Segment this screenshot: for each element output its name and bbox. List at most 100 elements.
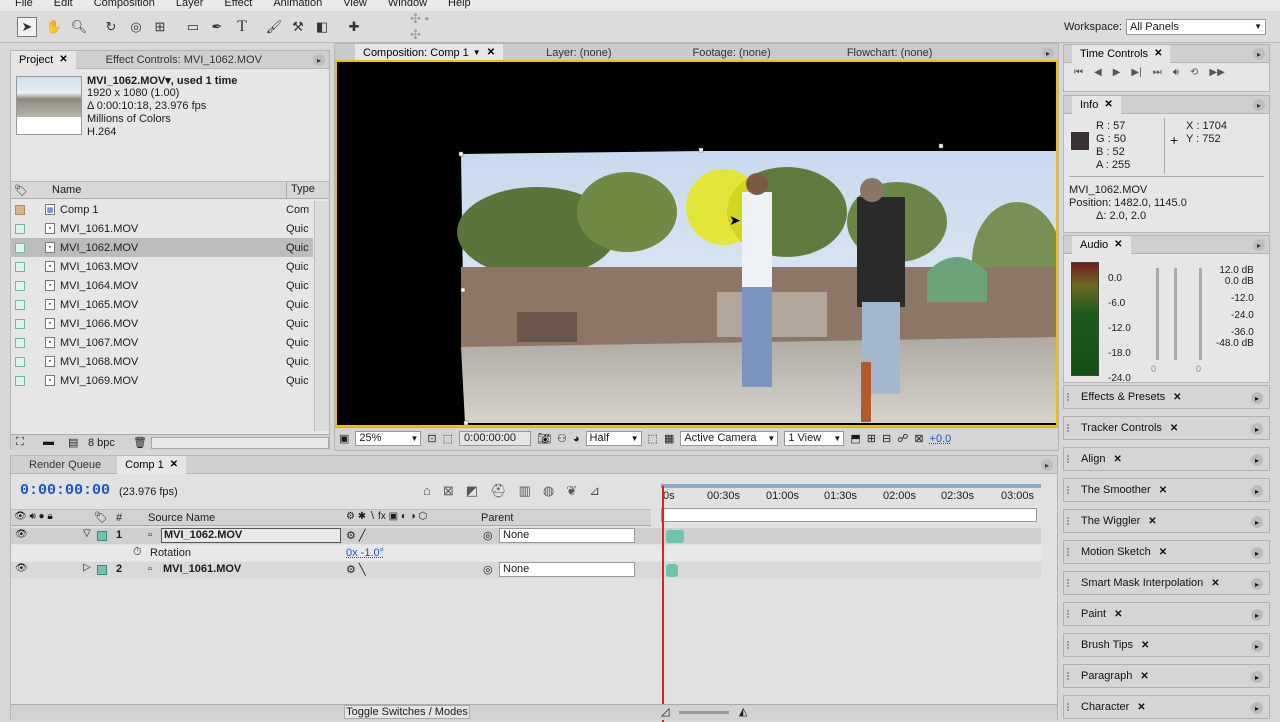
- layer-switch-icon[interactable]: ⚙ ╱: [346, 529, 366, 542]
- clone-stamp-tool-icon[interactable]: ⚒: [288, 17, 308, 37]
- exposure-value[interactable]: +0.0: [930, 433, 952, 445]
- label-color[interactable]: [15, 204, 25, 215]
- panel-tab-the-smoother[interactable]: The Smoother ✕ ▸: [1063, 478, 1270, 502]
- panel-tab-brush-tips[interactable]: Brush Tips ✕ ▸: [1063, 633, 1270, 657]
- label-color[interactable]: [15, 280, 25, 291]
- stopwatch-icon[interactable]: ⏱︎: [133, 546, 142, 559]
- tab-render-queue[interactable]: Render Queue: [21, 456, 109, 474]
- motion-blur-icon[interactable]: ◍: [543, 483, 554, 499]
- drag-grip-icon[interactable]: [1067, 548, 1075, 556]
- panel-menu-icon[interactable]: ▸: [1253, 48, 1265, 60]
- comp-mini-flowchart-icon[interactable]: ⌂: [423, 483, 431, 499]
- loop-icon[interactable]: ⟲: [1190, 67, 1198, 78]
- close-icon[interactable]: ✕: [1159, 485, 1167, 496]
- expand-arrow-icon[interactable]: ▷: [83, 562, 91, 573]
- workspace-select[interactable]: All Panels: [1126, 19, 1266, 35]
- source-name-header[interactable]: Source Name: [148, 512, 215, 524]
- hand-tool-icon[interactable]: ✋: [44, 17, 64, 37]
- delete-icon[interactable]: 🗑︎: [133, 436, 147, 449]
- layer-switch-icon[interactable]: ⚙ ╲: [346, 563, 366, 576]
- interpret-footage-icon[interactable]: ⛶: [16, 436, 24, 449]
- label-color[interactable]: [15, 261, 25, 272]
- next-frame-icon[interactable]: ▶|: [1131, 67, 1141, 78]
- drag-grip-icon[interactable]: [1067, 579, 1075, 587]
- transparency-grid-icon[interactable]: ▦: [664, 432, 674, 445]
- close-icon[interactable]: ✕: [1211, 578, 1219, 589]
- layer-row-1[interactable]: 👁︎ ▽ 1 ▫ MVI_1062.MOV ⚙ ╱ ◎ None: [11, 528, 1041, 544]
- new-folder-icon[interactable]: ▬: [43, 436, 54, 448]
- panel-menu-icon[interactable]: ▸: [1251, 609, 1263, 621]
- frame-blend-icon[interactable]: ▥: [519, 483, 531, 499]
- panel-menu-icon[interactable]: ▸: [1253, 99, 1265, 111]
- close-icon[interactable]: ✕: [1113, 454, 1121, 465]
- pixel-aspect-icon[interactable]: ⬒: [850, 432, 860, 445]
- close-icon[interactable]: ✕: [1170, 423, 1178, 434]
- panel-tab-motion-sketch[interactable]: Motion Sketch ✕ ▸: [1063, 540, 1270, 564]
- close-icon[interactable]: ✕: [1114, 239, 1122, 250]
- menu-animation[interactable]: Animation: [258, 0, 328, 9]
- drag-grip-icon[interactable]: [1067, 455, 1075, 463]
- close-icon[interactable]: ✕: [1114, 609, 1122, 620]
- panel-tab-paragraph[interactable]: Paragraph ✕ ▸: [1063, 664, 1270, 688]
- show-snapshot-icon[interactable]: ⚇: [557, 432, 567, 445]
- view-layout-select[interactable]: 1 View ▼: [784, 431, 845, 446]
- panel-menu-icon[interactable]: ▸: [1251, 516, 1263, 528]
- panel-menu-icon[interactable]: ▸: [1251, 578, 1263, 590]
- graph-editor-icon[interactable]: ⊿: [589, 483, 600, 499]
- work-area-bar[interactable]: [661, 508, 1037, 522]
- menu-edit[interactable]: Edit: [39, 0, 79, 9]
- pickwhip-icon[interactable]: ◎: [483, 529, 493, 542]
- zoom-out-icon[interactable]: ◿: [661, 705, 669, 718]
- rectangle-tool-icon[interactable]: ▭: [183, 17, 203, 37]
- close-icon[interactable]: ✕: [1141, 640, 1149, 651]
- type-column-header[interactable]: Type: [286, 181, 315, 199]
- label-color[interactable]: [15, 356, 25, 367]
- panel-menu-icon[interactable]: ▸: [1251, 671, 1263, 683]
- flowchart-icon[interactable]: ☍: [897, 432, 908, 445]
- panel-menu-icon[interactable]: ▸: [1251, 423, 1263, 435]
- parent-select[interactable]: None: [499, 562, 635, 577]
- composition-canvas[interactable]: ➤: [335, 60, 1058, 427]
- right-volume-slider[interactable]: [1174, 268, 1177, 360]
- selection-tool-icon[interactable]: ➤: [17, 17, 37, 37]
- parent-select[interactable]: None: [499, 528, 635, 543]
- title-safe-icon[interactable]: ⊡: [427, 432, 436, 445]
- tab-effect-controls[interactable]: Effect Controls: MVI_1062.MOV: [76, 51, 270, 69]
- snapshot-icon[interactable]: 📷︎: [537, 432, 551, 445]
- panel-menu-icon[interactable]: ▸: [1251, 640, 1263, 652]
- project-item[interactable]: ▪ MVI_1068.MOV Quic: [10, 352, 313, 371]
- layer-name[interactable]: MVI_1062.MOV: [161, 528, 341, 543]
- eraser-tool-icon[interactable]: ◧: [312, 17, 332, 37]
- text-tool-icon[interactable]: T: [232, 17, 252, 37]
- layer-2-bar[interactable]: [666, 564, 678, 577]
- panel-menu-icon[interactable]: ▸: [1251, 392, 1263, 404]
- close-icon[interactable]: ✕: [1173, 392, 1181, 403]
- current-time-display[interactable]: 0:00:00:00: [20, 482, 110, 499]
- label-color[interactable]: [15, 318, 25, 329]
- play-icon[interactable]: ▶: [1113, 67, 1121, 78]
- visibility-eye-icon[interactable]: 👁︎: [15, 529, 28, 540]
- tab-project[interactable]: Project ✕: [11, 50, 76, 69]
- draft-3d-icon[interactable]: ◩: [466, 483, 478, 499]
- rotate-tool-icon[interactable]: ↻: [101, 17, 121, 37]
- project-item[interactable]: ▪ MVI_1061.MOV Quic: [10, 219, 313, 238]
- panel-tab-smart-mask-interpolation[interactable]: Smart Mask Interpolation ✕ ▸: [1063, 571, 1270, 595]
- fast-preview-icon[interactable]: ⊞: [867, 432, 876, 445]
- tab-footage[interactable]: Footage: (none): [685, 44, 779, 62]
- pen-tool-icon[interactable]: ✒: [207, 17, 227, 37]
- project-hscroll[interactable]: [151, 437, 329, 449]
- camera-select[interactable]: Active Camera ▼: [680, 431, 779, 446]
- project-item[interactable]: ▪ MVI_1069.MOV Quic: [10, 371, 313, 390]
- panel-menu-icon[interactable]: ▸: [313, 54, 325, 66]
- drag-grip-icon[interactable]: [1067, 703, 1075, 711]
- mask-visibility-icon[interactable]: ⬚: [443, 432, 453, 445]
- label-color[interactable]: [15, 242, 25, 253]
- close-icon[interactable]: ✕: [487, 47, 495, 58]
- left-volume-slider[interactable]: [1156, 268, 1159, 360]
- close-icon[interactable]: ✕: [170, 459, 178, 470]
- tab-flowchart[interactable]: Flowchart: (none): [839, 44, 941, 62]
- menu-effect[interactable]: Effect: [209, 0, 258, 9]
- playhead[interactable]: [662, 486, 664, 722]
- drag-grip-icon[interactable]: [1067, 610, 1075, 618]
- collapse-arrow-icon[interactable]: ▽: [83, 528, 91, 539]
